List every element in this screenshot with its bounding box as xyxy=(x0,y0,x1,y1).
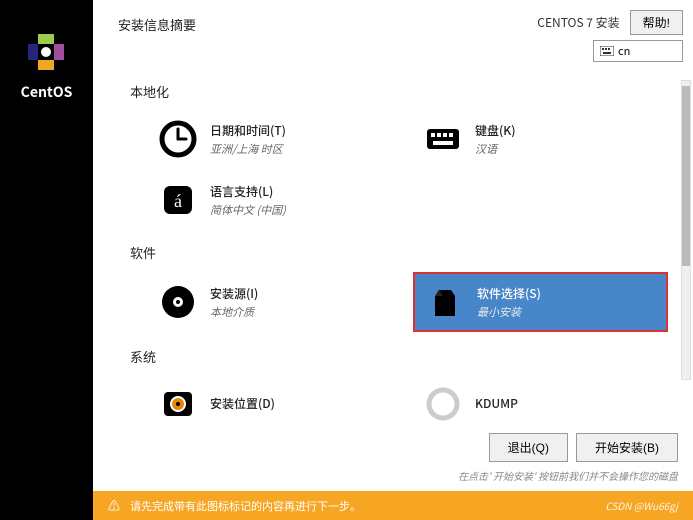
warning-icon: ⚠ xyxy=(108,497,120,514)
page-title: 安装信息摘要 xyxy=(118,10,196,34)
source-title: 安装源(I) xyxy=(210,285,258,302)
keyboard-title: 键盘(K) xyxy=(475,122,516,139)
warning-text: 请先完成带有此图标标记的内容再进行下一步。 xyxy=(130,498,361,514)
keyboard-icon xyxy=(423,119,463,159)
software-selection-item[interactable]: 软件选择(S) 最小安装 xyxy=(413,272,668,332)
kdump-icon xyxy=(423,384,463,424)
watermark: CSDN @Wu66gj xyxy=(605,498,678,513)
language-sub: 简体中文 (中国) xyxy=(210,202,286,218)
software-selection-sub: 最小安装 xyxy=(477,304,541,320)
section-localization: 本地化 xyxy=(130,82,668,101)
scrollbar-thumb[interactable] xyxy=(682,86,690,266)
keyboard-sub: 汉语 xyxy=(475,141,516,157)
sidebar: CentOS xyxy=(0,0,93,520)
source-item[interactable]: 安装源(I) 本地介质 xyxy=(148,272,403,332)
section-software: 软件 xyxy=(130,243,668,262)
datetime-sub: 亚洲/上海 时区 xyxy=(210,141,286,157)
warning-bar: ⚠ 请先完成带有此图标标记的内容再进行下一步。 CSDN @Wu66gj xyxy=(93,491,693,520)
os-name: CENTOS 7 安装 xyxy=(537,14,619,31)
disk-icon xyxy=(158,384,198,424)
destination-item[interactable]: 安装位置(D) xyxy=(148,376,403,425)
product-name: CentOS xyxy=(21,82,73,102)
language-icon: á xyxy=(158,180,198,220)
logo: CentOS xyxy=(21,30,73,102)
destination-title: 安装位置(D) xyxy=(210,395,275,412)
help-button[interactable]: 帮助! xyxy=(630,10,683,35)
centos-logo-icon xyxy=(24,30,68,74)
software-selection-title: 软件选择(S) xyxy=(477,285,541,302)
datetime-item[interactable]: 日期和时间(T) 亚洲/上海 时区 xyxy=(148,111,403,167)
content: 本地化 日期和时间(T) 亚洲/上海 时区 键盘(K) xyxy=(93,67,693,425)
package-icon xyxy=(425,282,465,322)
header: 安装信息摘要 CENTOS 7 安装 帮助! cn xyxy=(93,0,693,67)
quit-button[interactable]: 退出(Q) xyxy=(489,433,568,462)
svg-text:á: á xyxy=(174,191,182,211)
keyboard-icon xyxy=(600,46,614,56)
footer-hint: 在点击' 开始安装' 按钮前我们并不会操作您的磁盘 xyxy=(108,468,678,483)
disc-icon xyxy=(158,282,198,322)
clock-icon xyxy=(158,119,198,159)
section-system: 系统 xyxy=(130,347,668,366)
kdump-title: KDUMP xyxy=(475,395,518,412)
kdump-item[interactable]: KDUMP xyxy=(413,376,668,425)
language-title: 语言支持(L) xyxy=(210,183,286,200)
begin-install-button[interactable]: 开始安装(B) xyxy=(576,433,678,462)
lang-code: cn xyxy=(618,43,630,59)
keyboard-indicator[interactable]: cn xyxy=(593,40,683,62)
source-sub: 本地介质 xyxy=(210,304,258,320)
language-item[interactable]: á 语言支持(L) 简体中文 (中国) xyxy=(148,172,403,228)
scrollbar[interactable] xyxy=(681,80,691,380)
keyboard-item[interactable]: 键盘(K) 汉语 xyxy=(413,111,668,167)
footer: 退出(Q) 开始安装(B) 在点击' 开始安装' 按钮前我们并不会操作您的磁盘 xyxy=(93,425,693,491)
datetime-title: 日期和时间(T) xyxy=(210,122,286,139)
